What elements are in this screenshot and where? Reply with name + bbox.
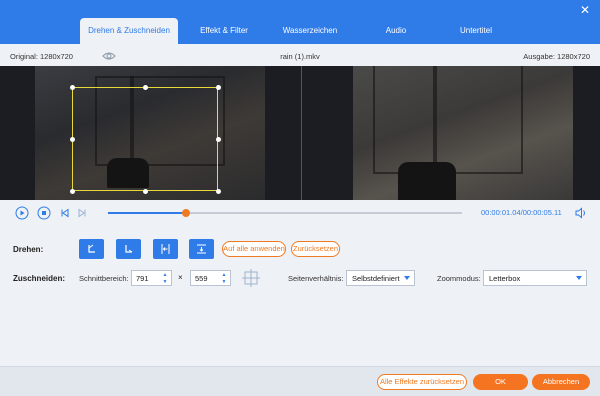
crop-label: Zuschneiden:	[13, 274, 66, 283]
center-crop-icon[interactable]	[241, 268, 261, 288]
aspect-ratio-value: Selbstdefiniert	[352, 274, 400, 283]
chevron-up-icon[interactable]: ▲	[220, 272, 228, 279]
time-display: 00:00:01.04/00:00:05.11	[481, 208, 562, 217]
output-preview	[353, 66, 573, 200]
timeline-progress	[108, 212, 186, 214]
current-time: 00:00:01.04	[481, 208, 521, 217]
crop-area-label: Schnittbereich:	[79, 274, 129, 283]
aspect-ratio-label: Seitenverhältnis:	[288, 274, 344, 283]
info-bar: Original: 1280x720 rain (1).mkv Ausgabe:…	[0, 48, 600, 66]
chevron-down-icon	[404, 276, 410, 280]
close-icon: ✕	[579, 3, 591, 17]
zoom-mode-value: Letterbox	[489, 274, 521, 283]
tab-effect-filter[interactable]: Effekt & Filter	[188, 18, 260, 44]
video-preview-area	[0, 66, 600, 200]
crop-width-input[interactable]: 791 ▲ ▼	[131, 270, 172, 286]
zoom-mode-select[interactable]: Letterbox	[483, 270, 587, 286]
reset-all-effects-button[interactable]: Alle Effekte zurücksetzen	[377, 374, 467, 390]
crop-handle[interactable]	[70, 137, 75, 142]
aspect-ratio-select[interactable]: Selbstdefiniert	[346, 270, 415, 286]
window-frame	[373, 66, 523, 174]
rotate-label: Drehen:	[13, 245, 44, 254]
rotate-right-icon	[125, 245, 133, 253]
chevron-down-icon[interactable]: ▼	[161, 279, 169, 286]
crop-handle[interactable]	[216, 189, 221, 194]
preview-divider	[301, 66, 302, 200]
crop-height-input[interactable]: 559 ▲ ▼	[190, 270, 231, 286]
timeline-slider[interactable]	[108, 209, 462, 217]
dimension-separator: ×	[178, 273, 183, 282]
volume-icon[interactable]	[574, 206, 588, 220]
crop-width-value: 791	[136, 274, 149, 283]
rotate-left-button[interactable]	[79, 239, 104, 259]
flip-vertical-button[interactable]	[189, 239, 214, 259]
tab-audio[interactable]: Audio	[368, 18, 424, 44]
crop-handle[interactable]	[216, 85, 221, 90]
timeline-thumb[interactable]	[181, 209, 190, 217]
window-mullion	[433, 66, 437, 174]
output-resolution: Ausgabe: 1280x720	[523, 52, 590, 61]
previous-frame-icon[interactable]	[58, 206, 72, 220]
rotate-right-button[interactable]	[116, 239, 141, 259]
file-name: rain (1).mkv	[280, 52, 320, 61]
zoom-mode-label: Zoommodus:	[437, 274, 481, 283]
crop-frame[interactable]	[70, 85, 221, 194]
chevron-down-icon[interactable]: ▼	[220, 279, 228, 286]
stop-icon[interactable]	[37, 206, 51, 220]
total-time: /00:00:05.11	[520, 208, 562, 217]
ok-button[interactable]: OK	[473, 374, 528, 390]
chevron-up-icon[interactable]: ▲	[161, 272, 169, 279]
next-frame-icon[interactable]	[75, 206, 89, 220]
play-icon[interactable]	[15, 206, 29, 220]
chair-silhouette	[398, 162, 456, 200]
footer-bar: Alle Effekte zurücksetzen OK Abbrechen	[0, 366, 600, 396]
apply-to-all-button[interactable]: Auf alle anwenden	[222, 241, 286, 257]
rotate-reset-button[interactable]: Zurücksetzen	[291, 241, 340, 257]
flip-horizontal-button[interactable]	[153, 239, 178, 259]
tab-subtitle[interactable]: Untertitel	[444, 18, 508, 44]
crop-handle[interactable]	[143, 189, 148, 194]
crop-handle[interactable]	[143, 85, 148, 90]
rotate-left-icon	[88, 244, 95, 253]
close-button[interactable]: ✕	[578, 3, 592, 17]
crop-height-value: 559	[195, 274, 208, 283]
crop-handle[interactable]	[70, 189, 75, 194]
tab-bar: ✕ Drehen & Zuschneiden Effekt & Filter W…	[0, 0, 600, 44]
flip-vertical-icon	[197, 244, 206, 254]
cancel-button[interactable]: Abbrechen	[532, 374, 590, 390]
crop-handle[interactable]	[70, 85, 75, 90]
playback-bar: 00:00:01.04/00:00:05.11	[0, 200, 600, 226]
crop-handle[interactable]	[216, 137, 221, 142]
chevron-down-icon	[576, 276, 582, 280]
tab-rotate-crop[interactable]: Drehen & Zuschneiden	[80, 18, 178, 44]
tab-watermark[interactable]: Wasserzeichen	[272, 18, 348, 44]
flip-horizontal-icon	[161, 244, 170, 254]
